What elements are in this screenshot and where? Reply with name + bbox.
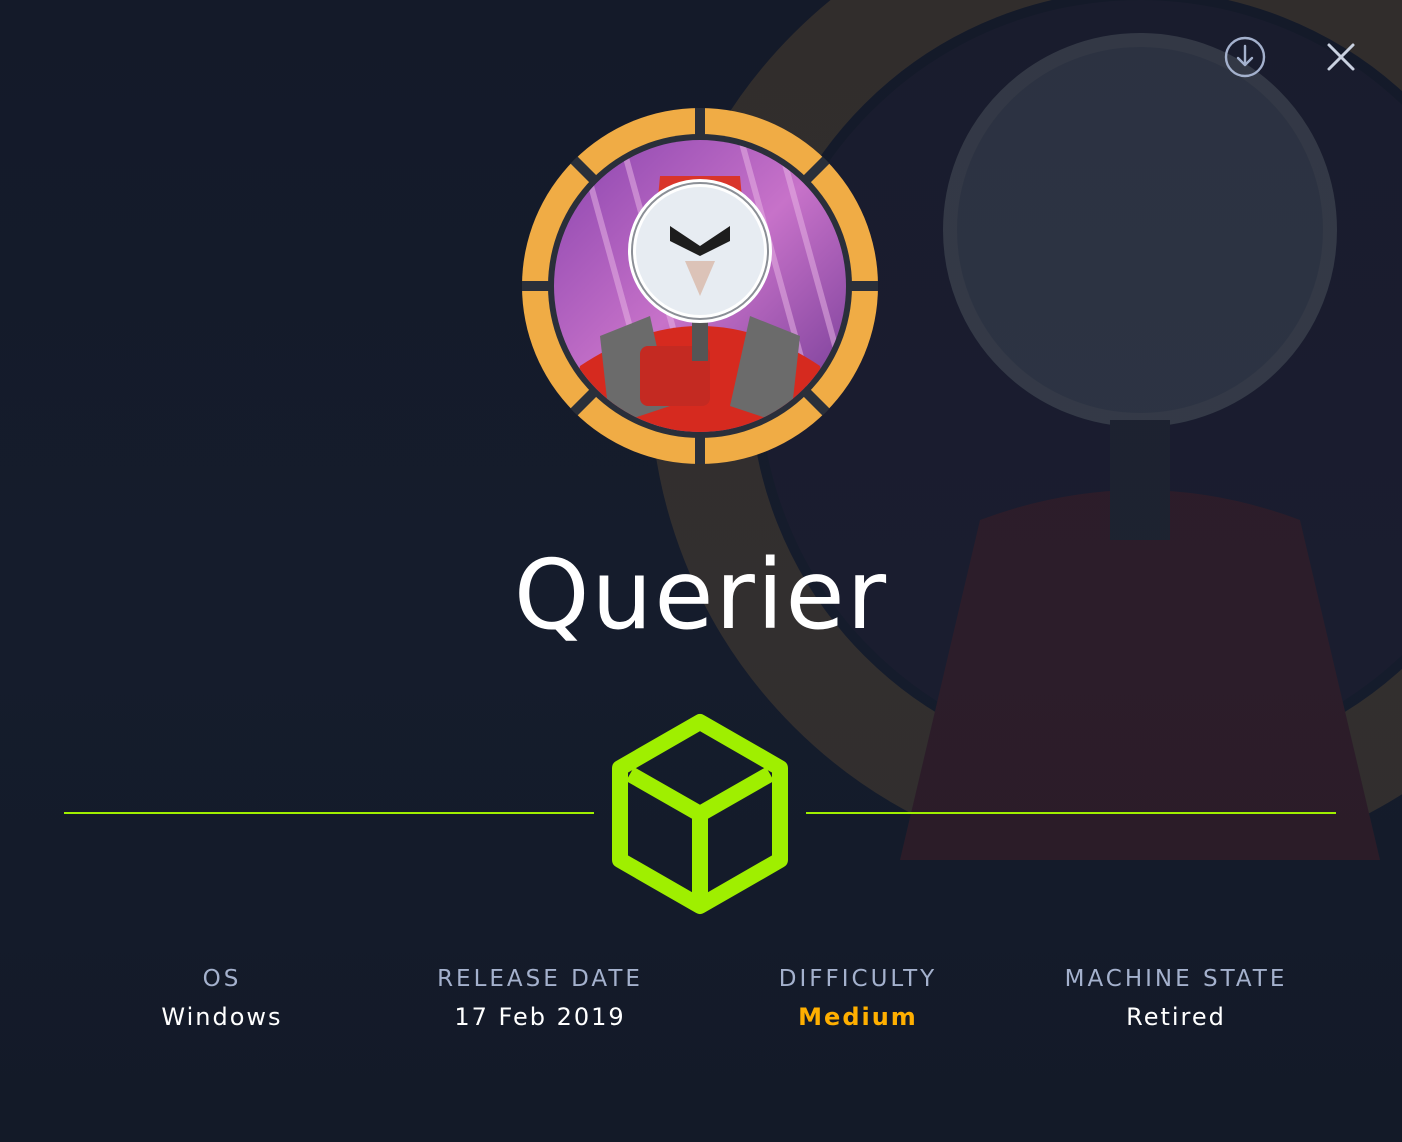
stat-label: DIFFICULTY bbox=[778, 966, 938, 992]
machine-avatar bbox=[520, 106, 880, 466]
stat-label: MACHINE STATE bbox=[1064, 966, 1288, 992]
stat-release-date: RELEASE DATE 17 Feb 2019 bbox=[390, 962, 690, 1034]
stat-value: Windows bbox=[161, 1003, 283, 1031]
stat-label: RELEASE DATE bbox=[437, 966, 643, 992]
divider-right bbox=[806, 812, 1336, 814]
download-icon[interactable] bbox=[1222, 34, 1268, 80]
machine-card: Querier OS Windows RELEASE DATE 17 Feb 2… bbox=[0, 0, 1402, 1142]
stat-os: OS Windows bbox=[72, 962, 372, 1034]
machine-name: Querier bbox=[513, 539, 889, 651]
stat-difficulty: DIFFICULTY Medium bbox=[708, 962, 1008, 1034]
top-actions bbox=[1222, 34, 1364, 80]
difficulty-badge: Medium bbox=[798, 1003, 918, 1031]
divider-left bbox=[64, 812, 594, 814]
stat-machine-state: MACHINE STATE Retired bbox=[1026, 962, 1326, 1034]
stat-value: Retired bbox=[1126, 1003, 1226, 1031]
stat-value: 17 Feb 2019 bbox=[454, 1003, 626, 1031]
close-icon[interactable] bbox=[1318, 34, 1364, 80]
cube-icon bbox=[610, 712, 790, 916]
stat-label: OS bbox=[202, 966, 242, 992]
